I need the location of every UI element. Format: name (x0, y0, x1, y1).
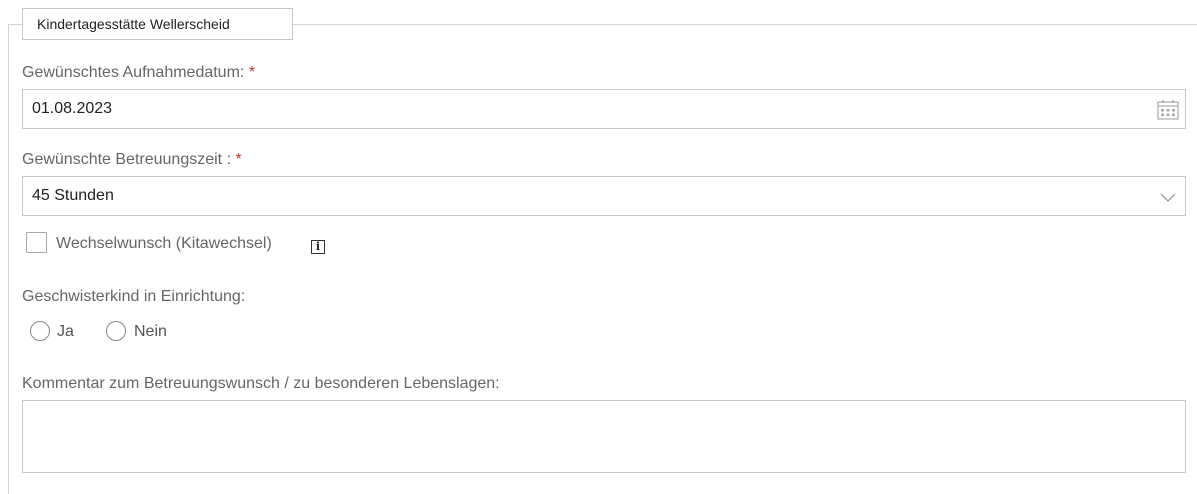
required-mark: * (248, 64, 256, 81)
required-mark: * (235, 151, 242, 168)
sibling-radio-nein[interactable] (106, 321, 126, 341)
care-time-label-text: Gewünschte Betreuungszeit : (22, 151, 232, 168)
comment-textarea[interactable] (22, 400, 1186, 473)
change-wish-label[interactable]: Wechselwunsch (Kitawechsel) (56, 235, 272, 253)
sibling-label: Geschwisterkind in Einrichtung: (22, 288, 246, 305)
care-time-selected: 45 Stunden (32, 187, 114, 204)
care-time-select[interactable]: 45 Stunden (22, 176, 1186, 216)
sibling-option-nein-label[interactable]: Nein (134, 323, 167, 341)
admission-date-input[interactable]: 01.08.2023 (22, 89, 1186, 129)
admission-date-label: Gewünschtes Aufnahmedatum: * (22, 64, 255, 82)
admission-date-value: 01.08.2023 (32, 100, 113, 117)
sibling-radio-ja[interactable] (30, 321, 50, 341)
comment-label: Kommentar zum Betreuungswunsch / zu beso… (22, 375, 500, 392)
fieldset-legend: Kindertagesstätte Wellerscheid (22, 8, 293, 40)
care-time-label: Gewünschte Betreuungszeit : * (22, 151, 242, 169)
sibling-option-ja-label[interactable]: Ja (57, 323, 74, 341)
calendar-icon[interactable] (1157, 99, 1179, 121)
change-wish-checkbox[interactable] (26, 232, 47, 253)
chevron-down-icon[interactable] (1159, 188, 1177, 206)
info-icon[interactable]: i (311, 240, 325, 254)
admission-date-label-text: Gewünschtes Aufnahmedatum: (22, 64, 245, 81)
